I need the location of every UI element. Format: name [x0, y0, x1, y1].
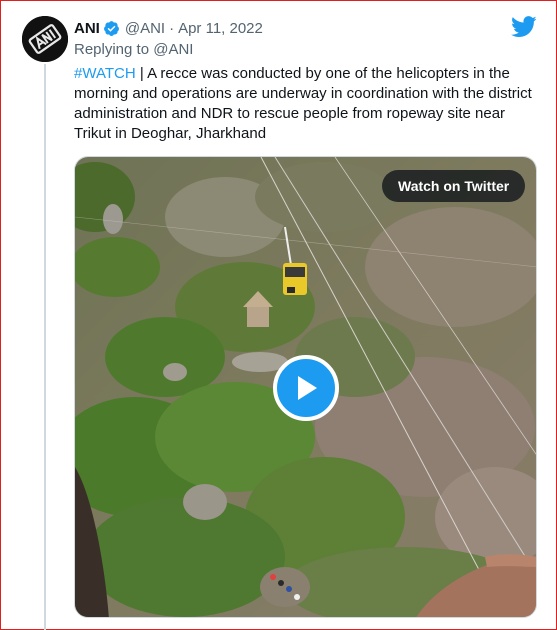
author-name[interactable]: ANI [74, 20, 100, 37]
tweet-text: #WATCH | A recce was conducted by one of… [74, 64, 536, 144]
avatar[interactable] [22, 16, 68, 62]
hashtag-link[interactable]: #WATCH [74, 65, 136, 82]
author-handle[interactable]: @ANI [125, 20, 165, 37]
watch-on-twitter-button[interactable]: Watch on Twitter [382, 170, 526, 202]
header-separator: · [169, 19, 175, 37]
replying-to: Replying to @ANI [74, 41, 193, 58]
thread-connector-line [44, 64, 46, 630]
tweet-body: | A recce was conducted by one of the he… [74, 65, 532, 142]
tweet-date[interactable]: Apr 11, 2022 [178, 20, 263, 37]
verified-badge-icon [103, 20, 120, 37]
video-media[interactable]: Watch on Twitter [74, 156, 537, 618]
play-icon [298, 376, 317, 400]
play-button[interactable] [273, 355, 339, 421]
tweet-header: ANI @ANI · Apr 11, 2022 [74, 17, 263, 39]
twitter-bird-icon[interactable] [511, 16, 537, 43]
reply-prefix: Replying to [74, 41, 150, 58]
ani-logo-icon [22, 16, 68, 62]
reply-handle-link[interactable]: @ANI [153, 41, 193, 58]
